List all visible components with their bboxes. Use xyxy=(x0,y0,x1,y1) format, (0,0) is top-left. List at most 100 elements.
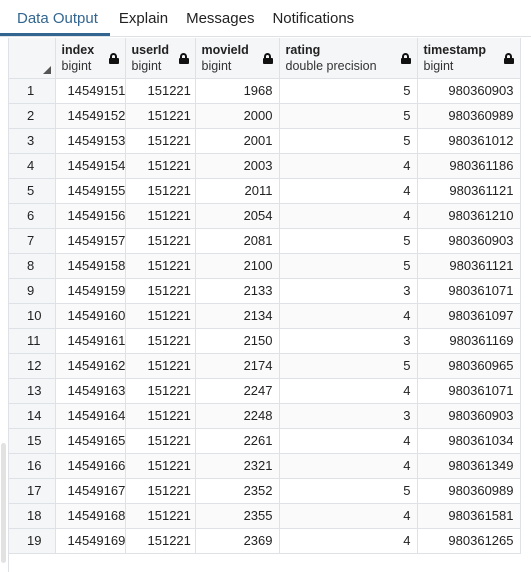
cell-timestamp[interactable]: 980360989 xyxy=(417,103,521,129)
cell-userid[interactable]: 151221 xyxy=(125,278,196,304)
cell-rating[interactable]: 5 xyxy=(279,478,418,504)
cell-timestamp[interactable]: 980361169 xyxy=(417,328,521,354)
select-all-corner[interactable] xyxy=(9,38,56,79)
row-number[interactable]: 7 xyxy=(9,228,56,254)
table-row[interactable]: 16 14549166 151221 2321 4 980361349 xyxy=(9,453,521,479)
cell-index[interactable]: 14549163 xyxy=(55,378,126,404)
cell-index[interactable]: 14549153 xyxy=(55,128,126,154)
cell-rating[interactable]: 4 xyxy=(279,303,418,329)
cell-movieid[interactable]: 2248 xyxy=(195,403,280,429)
row-number[interactable]: 19 xyxy=(9,528,56,554)
cell-timestamp[interactable]: 980361349 xyxy=(417,453,521,479)
row-number[interactable]: 9 xyxy=(9,278,56,304)
cell-rating[interactable]: 5 xyxy=(279,353,418,379)
cell-timestamp[interactable]: 980361071 xyxy=(417,278,521,304)
cell-timestamp[interactable]: 980360903 xyxy=(417,78,521,104)
cell-userid[interactable]: 151221 xyxy=(125,128,196,154)
cell-timestamp[interactable]: 980361097 xyxy=(417,303,521,329)
cell-movieid[interactable]: 2150 xyxy=(195,328,280,354)
row-number[interactable]: 12 xyxy=(9,353,56,379)
cell-userid[interactable]: 151221 xyxy=(125,203,196,229)
cell-index[interactable]: 14549169 xyxy=(55,528,126,554)
cell-timestamp[interactable]: 980360989 xyxy=(417,478,521,504)
cell-timestamp[interactable]: 980361012 xyxy=(417,128,521,154)
cell-movieid[interactable]: 2369 xyxy=(195,528,280,554)
row-number[interactable]: 14 xyxy=(9,403,56,429)
cell-timestamp[interactable]: 980361071 xyxy=(417,378,521,404)
cell-userid[interactable]: 151221 xyxy=(125,453,196,479)
cell-rating[interactable]: 3 xyxy=(279,328,418,354)
cell-movieid[interactable]: 2352 xyxy=(195,478,280,504)
cell-timestamp[interactable]: 980361121 xyxy=(417,253,521,279)
cell-userid[interactable]: 151221 xyxy=(125,503,196,529)
cell-userid[interactable]: 151221 xyxy=(125,478,196,504)
row-number[interactable]: 17 xyxy=(9,478,56,504)
tab-messages[interactable]: Messages xyxy=(177,0,263,36)
cell-index[interactable]: 14549164 xyxy=(55,403,126,429)
table-row[interactable]: 2 14549152 151221 2000 5 980360989 xyxy=(9,103,521,129)
row-number[interactable]: 5 xyxy=(9,178,56,204)
row-number[interactable]: 16 xyxy=(9,453,56,479)
row-number[interactable]: 15 xyxy=(9,428,56,454)
cell-movieid[interactable]: 2321 xyxy=(195,453,280,479)
cell-movieid[interactable]: 2011 xyxy=(195,178,280,204)
table-row[interactable]: 11 14549161 151221 2150 3 980361169 xyxy=(9,328,521,354)
cell-rating[interactable]: 4 xyxy=(279,153,418,179)
row-number[interactable]: 2 xyxy=(9,103,56,129)
table-row[interactable]: 12 14549162 151221 2174 5 980360965 xyxy=(9,353,521,379)
cell-userid[interactable]: 151221 xyxy=(125,528,196,554)
row-number[interactable]: 8 xyxy=(9,253,56,279)
cell-userid[interactable]: 151221 xyxy=(125,103,196,129)
cell-rating[interactable]: 4 xyxy=(279,378,418,404)
table-row[interactable]: 8 14549158 151221 2100 5 980361121 xyxy=(9,253,521,279)
cell-index[interactable]: 14549154 xyxy=(55,153,126,179)
cell-timestamp[interactable]: 980360903 xyxy=(417,228,521,254)
cell-timestamp[interactable]: 980361581 xyxy=(417,503,521,529)
table-row[interactable]: 5 14549155 151221 2011 4 980361121 xyxy=(9,178,521,204)
cell-userid[interactable]: 151221 xyxy=(125,153,196,179)
table-row[interactable]: 9 14549159 151221 2133 3 980361071 xyxy=(9,278,521,304)
vertical-scrollbar[interactable] xyxy=(0,38,8,572)
cell-movieid[interactable]: 2081 xyxy=(195,228,280,254)
table-row[interactable]: 15 14549165 151221 2261 4 980361034 xyxy=(9,428,521,454)
cell-userid[interactable]: 151221 xyxy=(125,353,196,379)
table-row[interactable]: 3 14549153 151221 2001 5 980361012 xyxy=(9,128,521,154)
cell-timestamp[interactable]: 980361210 xyxy=(417,203,521,229)
table-row[interactable]: 13 14549163 151221 2247 4 980361071 xyxy=(9,378,521,404)
cell-movieid[interactable]: 2000 xyxy=(195,103,280,129)
table-row[interactable]: 18 14549168 151221 2355 4 980361581 xyxy=(9,503,521,529)
cell-userid[interactable]: 151221 xyxy=(125,253,196,279)
column-header-timestamp[interactable]: timestamp bigint xyxy=(417,38,521,79)
cell-index[interactable]: 14549156 xyxy=(55,203,126,229)
cell-index[interactable]: 14549159 xyxy=(55,278,126,304)
cell-movieid[interactable]: 2100 xyxy=(195,253,280,279)
cell-userid[interactable]: 151221 xyxy=(125,78,196,104)
row-number[interactable]: 13 xyxy=(9,378,56,404)
cell-movieid[interactable]: 2054 xyxy=(195,203,280,229)
cell-rating[interactable]: 4 xyxy=(279,503,418,529)
column-header-movieid[interactable]: movieId bigint xyxy=(195,38,280,79)
cell-rating[interactable]: 5 xyxy=(279,253,418,279)
table-row[interactable]: 17 14549167 151221 2352 5 980360989 xyxy=(9,478,521,504)
cell-rating[interactable]: 4 xyxy=(279,528,418,554)
cell-rating[interactable]: 4 xyxy=(279,428,418,454)
cell-userid[interactable]: 151221 xyxy=(125,428,196,454)
cell-movieid[interactable]: 2134 xyxy=(195,303,280,329)
cell-rating[interactable]: 5 xyxy=(279,228,418,254)
cell-rating[interactable]: 5 xyxy=(279,103,418,129)
cell-timestamp[interactable]: 980361121 xyxy=(417,178,521,204)
cell-timestamp[interactable]: 980361265 xyxy=(417,528,521,554)
cell-index[interactable]: 14549155 xyxy=(55,178,126,204)
cell-timestamp[interactable]: 980361186 xyxy=(417,153,521,179)
cell-userid[interactable]: 151221 xyxy=(125,178,196,204)
row-number[interactable]: 10 xyxy=(9,303,56,329)
table-row[interactable]: 1 14549151 151221 1968 5 980360903 xyxy=(9,78,521,104)
tab-notifications[interactable]: Notifications xyxy=(263,0,363,36)
column-header-index[interactable]: index bigint xyxy=(55,38,126,79)
cell-movieid[interactable]: 2133 xyxy=(195,278,280,304)
cell-movieid[interactable]: 2001 xyxy=(195,128,280,154)
cell-index[interactable]: 14549165 xyxy=(55,428,126,454)
cell-rating[interactable]: 4 xyxy=(279,453,418,479)
row-number[interactable]: 6 xyxy=(9,203,56,229)
row-number[interactable]: 11 xyxy=(9,328,56,354)
